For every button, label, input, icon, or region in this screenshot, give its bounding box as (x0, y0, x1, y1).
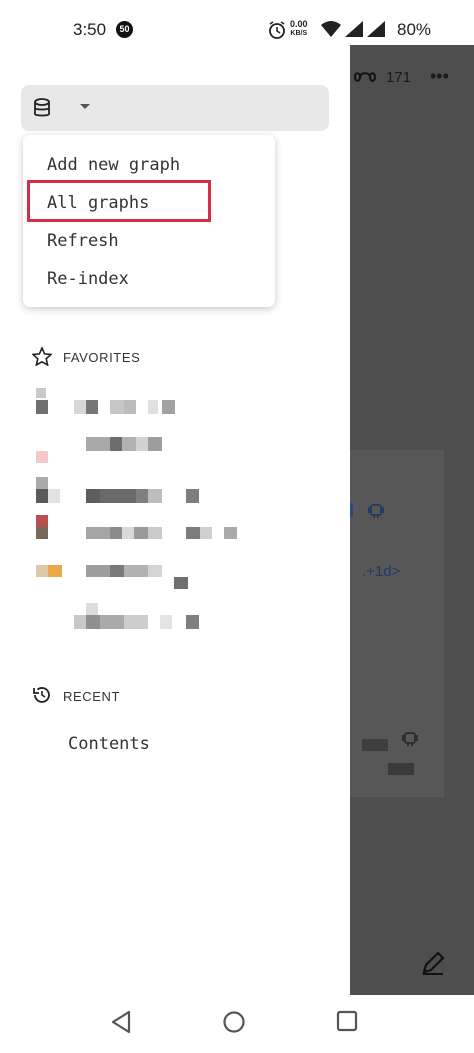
graph-selector[interactable] (21, 85, 329, 131)
blurred-block (362, 739, 388, 751)
chevron-down-icon (80, 104, 90, 109)
menu-item-add-new-graph[interactable]: Add new graph (47, 150, 180, 180)
network-speed: 0.00 KB/S (290, 20, 308, 38)
favorite-item-3[interactable] (34, 475, 204, 505)
recents-icon[interactable] (336, 1010, 358, 1032)
history-icon (33, 687, 50, 703)
wifi-icon (321, 21, 341, 37)
left-drawer: Add new graph All graphs Refresh Re-inde… (0, 45, 350, 995)
favorite-item-2[interactable] (34, 433, 174, 463)
recent-item-contents[interactable]: Contents (68, 734, 150, 754)
favorite-item-1[interactable] (34, 386, 184, 416)
menu-item-refresh[interactable]: Refresh (47, 226, 119, 256)
star-icon (32, 347, 52, 366)
link-count: 171 (386, 69, 412, 86)
scheduled-date: .+1d> (362, 563, 401, 580)
favorite-item-6[interactable] (34, 601, 204, 631)
favorites-title: FAVORITES (63, 350, 141, 365)
android-icon (402, 732, 418, 746)
android-icon (368, 504, 384, 518)
signal-icon (345, 21, 363, 37)
speed-unit: KB/S (290, 30, 308, 37)
edit-icon[interactable] (420, 950, 446, 976)
menu-item-re-index[interactable]: Re-index (47, 264, 129, 294)
signal-icon-2 (367, 21, 385, 37)
status-time: 3:50 (73, 20, 107, 39)
infinity-icon (354, 72, 376, 82)
favorite-item-5[interactable] (34, 563, 194, 593)
speed-value: 0.00 (290, 19, 308, 29)
recent-title: RECENT (63, 689, 121, 704)
blurred-block (388, 763, 414, 775)
system-nav-bar (0, 995, 474, 1053)
back-icon[interactable] (110, 1010, 132, 1034)
more-options-icon[interactable]: ••• (430, 66, 449, 87)
database-icon (34, 98, 50, 117)
highlight-box (27, 180, 211, 222)
dimmed-page-overlay[interactable]: 171 ••• .+1d> (350, 45, 474, 995)
notification-badge: 50 (116, 21, 133, 38)
alarm-icon (269, 21, 285, 39)
favorite-item-4[interactable] (34, 513, 244, 543)
battery-level: 80% (397, 20, 432, 39)
page-card (350, 450, 444, 668)
blue-marker (350, 503, 353, 517)
home-icon[interactable] (222, 1010, 246, 1034)
